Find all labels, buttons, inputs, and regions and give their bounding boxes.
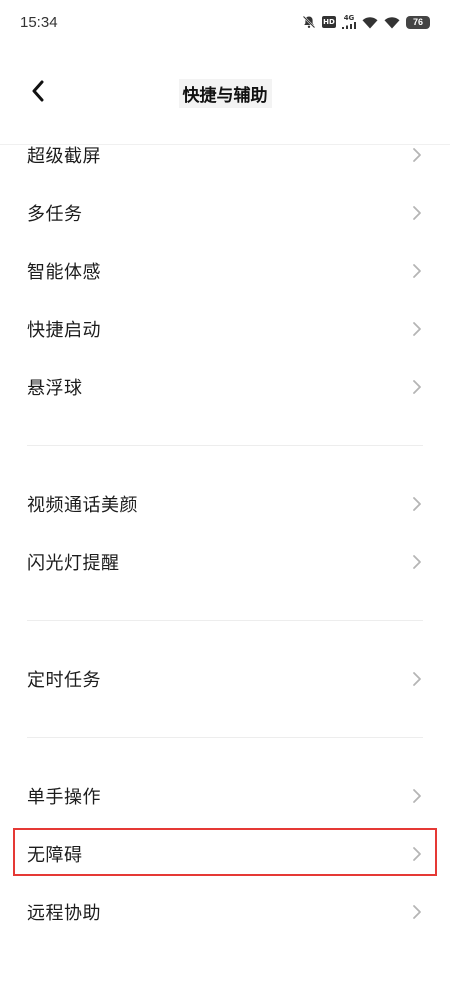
list-item-quick-launch[interactable]: 快捷启动 [0,300,450,358]
cellular-signal-icon: 4G [342,15,356,29]
list-item-label: 悬浮球 [27,378,83,399]
list-item-scheduled-task[interactable]: 定时任务 [0,650,450,708]
list-item-remote-assist[interactable]: 远程协助 [0,883,450,941]
chevron-right-icon [412,379,422,395]
list-item-label: 单手操作 [27,787,101,808]
group-divider [27,620,423,621]
group-divider [27,737,423,738]
list-item-smart-motion[interactable]: 智能体感 [0,242,450,300]
list-item-accessibility[interactable]: 无障碍 [0,825,450,883]
chevron-right-icon [412,147,422,163]
list-item-label: 智能体感 [27,262,101,283]
list-item-one-handed-mode[interactable]: 单手操作 [0,767,450,825]
list-item-label: 定时任务 [27,670,101,691]
back-button[interactable] [20,75,56,111]
chevron-right-icon [412,788,422,804]
settings-group-1: 超级截屏 多任务 智能体感 快捷启动 悬浮球 [0,126,450,416]
list-item-super-screenshot[interactable]: 超级截屏 [0,126,450,184]
network-type-label: 4G [343,14,355,22]
status-icons: HD 4G 76 [302,15,430,29]
wifi-icon [362,16,378,29]
settings-group-2: 视频通话美颜 闪光灯提醒 [0,475,450,591]
hd-icon: HD [322,16,336,28]
list-item-label: 快捷启动 [27,320,101,341]
status-bar: 15:34 HD 4G 76 [0,0,450,44]
group-divider [27,445,423,446]
status-time: 15:34 [20,13,58,31]
list-item-label: 远程协助 [27,903,101,924]
chevron-right-icon [412,321,422,337]
chevron-right-icon [412,205,422,221]
chevron-right-icon [412,904,422,920]
list-item-video-call-beauty[interactable]: 视频通话美颜 [0,475,450,533]
list-item-label: 多任务 [27,204,83,225]
chevron-right-icon [412,671,422,687]
settings-group-3: 定时任务 [0,650,450,708]
bell-muted-icon [302,15,316,29]
list-item-label: 超级截屏 [27,146,101,167]
list-item-floating-ball[interactable]: 悬浮球 [0,358,450,416]
chevron-right-icon [412,554,422,570]
page-title: 快捷与辅助 [178,78,272,108]
chevron-left-icon [31,80,45,106]
list-item-label: 视频通话美颜 [27,495,138,516]
wifi-secondary-icon [384,16,400,29]
chevron-right-icon [412,496,422,512]
list-item-label: 闪光灯提醒 [27,553,120,574]
list-item-label: 无障碍 [27,845,83,866]
navigation-header: 快捷与辅助 [0,56,450,130]
chevron-right-icon [412,263,422,279]
list-item-flash-notification[interactable]: 闪光灯提醒 [0,533,450,591]
battery-icon: 76 [406,15,430,29]
settings-group-4: 单手操作 无障碍 远程协助 [0,767,450,941]
chevron-right-icon [412,846,422,862]
list-item-multitask[interactable]: 多任务 [0,184,450,242]
